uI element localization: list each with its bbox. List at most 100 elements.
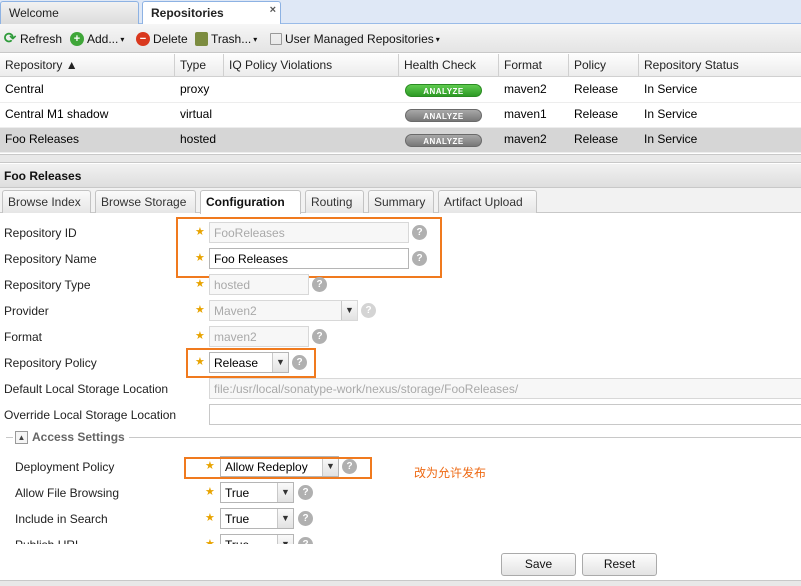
splitter[interactable] [0, 154, 801, 163]
repositories-icon [270, 33, 282, 45]
allow-browsing-label: Allow File Browsing [15, 486, 120, 500]
highlight-box [186, 348, 316, 378]
help-icon[interactable]: ? [298, 485, 313, 500]
column-header-repository[interactable]: Repository ▲ [0, 54, 175, 77]
table-row[interactable]: Central M1 shadow virtual ANALYZE maven1… [0, 103, 801, 128]
tab-welcome[interactable]: Welcome [0, 1, 139, 24]
add-icon: + [70, 32, 84, 46]
tab-repositories[interactable]: Repositories × [142, 1, 281, 25]
access-settings-legend[interactable]: ▲ Access Settings [13, 430, 129, 444]
allow-browsing-select[interactable]: True ▼ [220, 482, 294, 503]
column-header-health-check[interactable]: Health Check [399, 54, 499, 77]
required-star-icon: ★ [205, 512, 215, 524]
cell-format: maven2 [504, 82, 547, 96]
provider-select[interactable]: Maven2 ▼ [209, 300, 358, 321]
cell-policy: Release [574, 107, 619, 121]
column-header-type[interactable]: Type [175, 54, 224, 77]
default-storage-field[interactable]: file:/usr/local/sonatype-work/nexus/stor… [209, 378, 801, 399]
help-icon[interactable]: ? [361, 303, 376, 318]
cell-type: hosted [180, 132, 217, 146]
repositories-grid: Repository ▲ Type IQ Policy Violations H… [0, 54, 801, 154]
cell-policy: Release [574, 132, 619, 146]
tab-artifact-upload[interactable]: Artifact Upload [438, 190, 537, 213]
repository-policy-label: Repository Policy [4, 356, 97, 370]
format-field[interactable]: maven2 [209, 326, 309, 347]
access-settings-title: Access Settings [32, 430, 125, 444]
override-storage-field[interactable] [209, 404, 801, 425]
highlight-box [184, 457, 372, 479]
cell-format: maven2 [504, 132, 547, 146]
column-header-status[interactable]: Repository Status [639, 54, 801, 77]
tab-configuration[interactable]: Configuration [200, 190, 301, 214]
tab-repositories-label: Repositories [151, 6, 224, 20]
add-button[interactable]: + Add... ▾ [70, 30, 124, 48]
repositories-toolbar: ⟳ Refresh + Add... ▾ − Delete Trash... ▾… [0, 24, 801, 53]
repository-type-label: Repository Type [4, 278, 91, 292]
cell-policy: Release [574, 82, 619, 96]
repository-type-field[interactable]: hosted [209, 274, 309, 295]
chevron-down-icon: ▾ [253, 34, 258, 44]
column-header-format[interactable]: Format [499, 54, 569, 77]
bottom-border [0, 580, 801, 586]
cell-status: In Service [644, 107, 698, 121]
table-row[interactable]: Foo Releases hosted ANALYZE maven2 Relea… [0, 128, 801, 153]
trash-button[interactable]: Trash... ▾ [195, 30, 257, 48]
cell-status: In Service [644, 82, 698, 96]
tab-routing[interactable]: Routing [305, 190, 364, 213]
allow-browsing-value: True [225, 486, 250, 500]
tab-summary[interactable]: Summary [368, 190, 434, 213]
panel-title: Foo Releases [0, 164, 801, 188]
delete-button[interactable]: − Delete [136, 30, 188, 48]
repository-id-label: Repository ID [4, 226, 77, 240]
collapse-icon[interactable]: ▲ [15, 430, 28, 444]
cell-repository: Central [5, 82, 44, 96]
trash-label: Trash... [211, 32, 252, 46]
help-icon[interactable]: ? [312, 329, 327, 344]
default-storage-label: Default Local Storage Location [4, 382, 169, 396]
chevron-down-icon[interactable]: ▼ [277, 483, 293, 502]
repository-name-label: Repository Name [4, 252, 97, 266]
analyze-button[interactable]: ANALYZE [405, 84, 482, 97]
cell-format: maven1 [504, 107, 547, 121]
delete-icon: − [136, 32, 150, 46]
deployment-policy-label: Deployment Policy [15, 460, 115, 474]
provider-label: Provider [4, 304, 49, 318]
tab-browse-storage[interactable]: Browse Storage [95, 190, 196, 213]
highlight-box [176, 217, 442, 278]
chevron-down-icon[interactable]: ▼ [277, 509, 293, 528]
include-search-label: Include in Search [15, 512, 108, 526]
chevron-down-icon[interactable]: ▼ [341, 301, 357, 320]
required-star-icon: ★ [205, 486, 215, 498]
cell-type: proxy [180, 82, 210, 96]
table-row[interactable]: Central proxy ANALYZE maven2 Release In … [0, 78, 801, 103]
include-search-value: True [225, 512, 250, 526]
close-icon[interactable]: × [270, 4, 276, 16]
tab-browse-index[interactable]: Browse Index [2, 190, 91, 213]
format-label: Format [4, 330, 43, 344]
required-star-icon: ★ [195, 304, 205, 316]
refresh-label: Refresh [20, 32, 63, 46]
analyze-button[interactable]: ANALYZE [405, 134, 482, 147]
refresh-button[interactable]: ⟳ Refresh [3, 30, 62, 48]
refresh-icon: ⟳ [3, 30, 17, 47]
reset-button[interactable]: Reset [582, 553, 657, 576]
add-label: Add... [87, 32, 119, 46]
user-managed-repositories-button[interactable]: User Managed Repositories ▾ [270, 30, 440, 48]
column-header-policy[interactable]: Policy [569, 54, 639, 77]
help-icon[interactable]: ? [312, 277, 327, 292]
trash-icon [195, 32, 208, 46]
provider-value: Maven2 [214, 304, 257, 318]
detail-tab-bar: Browse Index Browse Storage Configuratio… [0, 188, 801, 214]
analyze-button[interactable]: ANALYZE [405, 109, 482, 122]
required-star-icon: ★ [195, 330, 205, 342]
cell-status: In Service [644, 132, 698, 146]
include-search-select[interactable]: True ▼ [220, 508, 294, 529]
configuration-form: Repository ID ★ FooReleases ? Repository… [0, 214, 801, 586]
top-tab-bar: Welcome Repositories × [0, 0, 801, 25]
help-icon[interactable]: ? [298, 511, 313, 526]
cell-type: virtual [180, 107, 213, 121]
column-header-iq-policy[interactable]: IQ Policy Violations [224, 54, 399, 77]
grid-header: Repository ▲ Type IQ Policy Violations H… [0, 54, 801, 77]
tab-welcome-label: Welcome [9, 6, 59, 20]
save-button[interactable]: Save [501, 553, 576, 576]
